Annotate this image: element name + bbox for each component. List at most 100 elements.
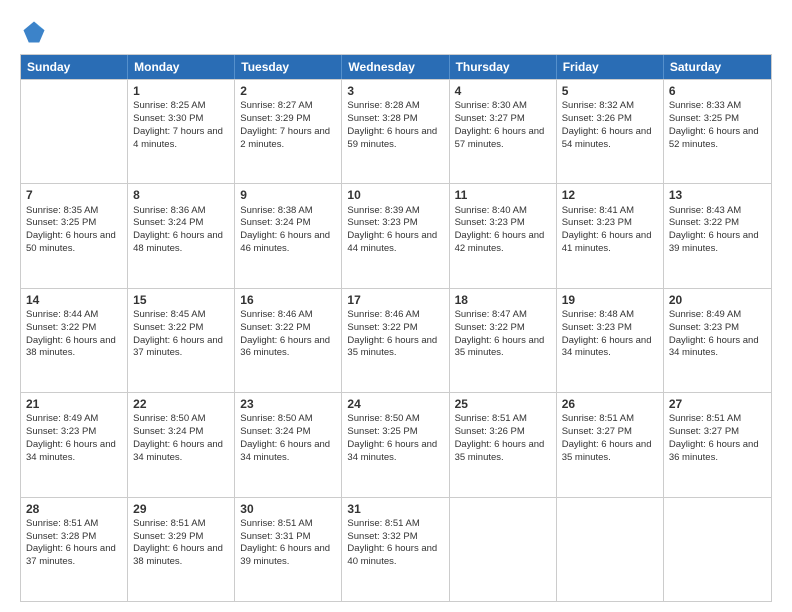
sunset-text: Sunset: 3:28 PM <box>347 113 417 124</box>
sunset-text: Sunset: 3:32 PM <box>347 531 417 542</box>
cal-cell: 15Sunrise: 8:45 AMSunset: 3:22 PMDayligh… <box>128 289 235 392</box>
daylight-text: Daylight: 6 hours and 44 minutes. <box>347 230 437 254</box>
sunset-text: Sunset: 3:22 PM <box>669 217 739 228</box>
page: SundayMondayTuesdayWednesdayThursdayFrid… <box>0 0 792 612</box>
logo <box>20 18 52 46</box>
sunset-text: Sunset: 3:25 PM <box>26 217 96 228</box>
sunset-text: Sunset: 3:27 PM <box>669 426 739 437</box>
calendar-header: SundayMondayTuesdayWednesdayThursdayFrid… <box>21 55 771 79</box>
daylight-text: Daylight: 6 hours and 34 minutes. <box>347 439 437 463</box>
sunset-text: Sunset: 3:22 PM <box>347 322 417 333</box>
header-day-saturday: Saturday <box>664 55 771 79</box>
daylight-text: Daylight: 6 hours and 42 minutes. <box>455 230 545 254</box>
sunset-text: Sunset: 3:23 PM <box>669 322 739 333</box>
sunrise-text: Sunrise: 8:49 AM <box>26 413 98 424</box>
sunset-text: Sunset: 3:22 PM <box>455 322 525 333</box>
sunset-text: Sunset: 3:22 PM <box>240 322 310 333</box>
day-number: 9 <box>240 187 336 203</box>
sunrise-text: Sunrise: 8:50 AM <box>347 413 419 424</box>
cal-cell: 17Sunrise: 8:46 AMSunset: 3:22 PMDayligh… <box>342 289 449 392</box>
cal-cell: 21Sunrise: 8:49 AMSunset: 3:23 PMDayligh… <box>21 393 128 496</box>
cal-cell: 13Sunrise: 8:43 AMSunset: 3:22 PMDayligh… <box>664 184 771 287</box>
day-number: 19 <box>562 292 658 308</box>
daylight-text: Daylight: 6 hours and 41 minutes. <box>562 230 652 254</box>
cal-cell: 31Sunrise: 8:51 AMSunset: 3:32 PMDayligh… <box>342 498 449 601</box>
sunset-text: Sunset: 3:23 PM <box>562 322 632 333</box>
sunrise-text: Sunrise: 8:30 AM <box>455 100 527 111</box>
day-number: 29 <box>133 501 229 517</box>
sunset-text: Sunset: 3:22 PM <box>26 322 96 333</box>
daylight-text: Daylight: 6 hours and 40 minutes. <box>347 543 437 567</box>
header-day-tuesday: Tuesday <box>235 55 342 79</box>
cal-cell: 7Sunrise: 8:35 AMSunset: 3:25 PMDaylight… <box>21 184 128 287</box>
sunrise-text: Sunrise: 8:51 AM <box>26 518 98 529</box>
daylight-text: Daylight: 6 hours and 38 minutes. <box>133 543 223 567</box>
cal-cell: 2Sunrise: 8:27 AMSunset: 3:29 PMDaylight… <box>235 80 342 183</box>
day-number: 7 <box>26 187 122 203</box>
daylight-text: Daylight: 6 hours and 36 minutes. <box>240 335 330 359</box>
daylight-text: Daylight: 6 hours and 37 minutes. <box>26 543 116 567</box>
sunset-text: Sunset: 3:26 PM <box>562 113 632 124</box>
day-number: 4 <box>455 83 551 99</box>
day-number: 18 <box>455 292 551 308</box>
header-day-monday: Monday <box>128 55 235 79</box>
sunset-text: Sunset: 3:31 PM <box>240 531 310 542</box>
sunrise-text: Sunrise: 8:27 AM <box>240 100 312 111</box>
cal-cell: 4Sunrise: 8:30 AMSunset: 3:27 PMDaylight… <box>450 80 557 183</box>
day-number: 16 <box>240 292 336 308</box>
day-number: 28 <box>26 501 122 517</box>
calendar-body: 1Sunrise: 8:25 AMSunset: 3:30 PMDaylight… <box>21 79 771 601</box>
cal-cell: 27Sunrise: 8:51 AMSunset: 3:27 PMDayligh… <box>664 393 771 496</box>
daylight-text: Daylight: 6 hours and 34 minutes. <box>26 439 116 463</box>
daylight-text: Daylight: 6 hours and 50 minutes. <box>26 230 116 254</box>
sunrise-text: Sunrise: 8:51 AM <box>669 413 741 424</box>
sunrise-text: Sunrise: 8:33 AM <box>669 100 741 111</box>
day-number: 6 <box>669 83 766 99</box>
daylight-text: Daylight: 6 hours and 35 minutes. <box>562 439 652 463</box>
sunset-text: Sunset: 3:29 PM <box>133 531 203 542</box>
week-row-2: 7Sunrise: 8:35 AMSunset: 3:25 PMDaylight… <box>21 183 771 287</box>
logo-icon <box>20 18 48 46</box>
sunset-text: Sunset: 3:23 PM <box>347 217 417 228</box>
daylight-text: Daylight: 6 hours and 48 minutes. <box>133 230 223 254</box>
daylight-text: Daylight: 6 hours and 57 minutes. <box>455 126 545 150</box>
daylight-text: Daylight: 7 hours and 2 minutes. <box>240 126 330 150</box>
header-day-wednesday: Wednesday <box>342 55 449 79</box>
sunset-text: Sunset: 3:23 PM <box>455 217 525 228</box>
day-number: 5 <box>562 83 658 99</box>
sunrise-text: Sunrise: 8:41 AM <box>562 205 634 216</box>
sunrise-text: Sunrise: 8:44 AM <box>26 309 98 320</box>
sunset-text: Sunset: 3:24 PM <box>240 426 310 437</box>
sunset-text: Sunset: 3:24 PM <box>240 217 310 228</box>
cal-cell: 6Sunrise: 8:33 AMSunset: 3:25 PMDaylight… <box>664 80 771 183</box>
cal-cell: 3Sunrise: 8:28 AMSunset: 3:28 PMDaylight… <box>342 80 449 183</box>
sunrise-text: Sunrise: 8:48 AM <box>562 309 634 320</box>
header-day-thursday: Thursday <box>450 55 557 79</box>
daylight-text: Daylight: 6 hours and 46 minutes. <box>240 230 330 254</box>
sunrise-text: Sunrise: 8:51 AM <box>562 413 634 424</box>
sunset-text: Sunset: 3:24 PM <box>133 217 203 228</box>
day-number: 2 <box>240 83 336 99</box>
daylight-text: Daylight: 6 hours and 34 minutes. <box>562 335 652 359</box>
sunrise-text: Sunrise: 8:51 AM <box>133 518 205 529</box>
cal-cell: 25Sunrise: 8:51 AMSunset: 3:26 PMDayligh… <box>450 393 557 496</box>
sunrise-text: Sunrise: 8:43 AM <box>669 205 741 216</box>
day-number: 17 <box>347 292 443 308</box>
sunset-text: Sunset: 3:26 PM <box>455 426 525 437</box>
daylight-text: Daylight: 6 hours and 35 minutes. <box>455 439 545 463</box>
cal-cell <box>450 498 557 601</box>
sunset-text: Sunset: 3:30 PM <box>133 113 203 124</box>
sunrise-text: Sunrise: 8:46 AM <box>347 309 419 320</box>
sunset-text: Sunset: 3:23 PM <box>26 426 96 437</box>
cal-cell: 10Sunrise: 8:39 AMSunset: 3:23 PMDayligh… <box>342 184 449 287</box>
sunset-text: Sunset: 3:25 PM <box>347 426 417 437</box>
daylight-text: Daylight: 6 hours and 34 minutes. <box>133 439 223 463</box>
cal-cell: 12Sunrise: 8:41 AMSunset: 3:23 PMDayligh… <box>557 184 664 287</box>
sunrise-text: Sunrise: 8:47 AM <box>455 309 527 320</box>
sunrise-text: Sunrise: 8:51 AM <box>347 518 419 529</box>
cal-cell: 11Sunrise: 8:40 AMSunset: 3:23 PMDayligh… <box>450 184 557 287</box>
cal-cell: 14Sunrise: 8:44 AMSunset: 3:22 PMDayligh… <box>21 289 128 392</box>
day-number: 12 <box>562 187 658 203</box>
cal-cell <box>21 80 128 183</box>
day-number: 13 <box>669 187 766 203</box>
